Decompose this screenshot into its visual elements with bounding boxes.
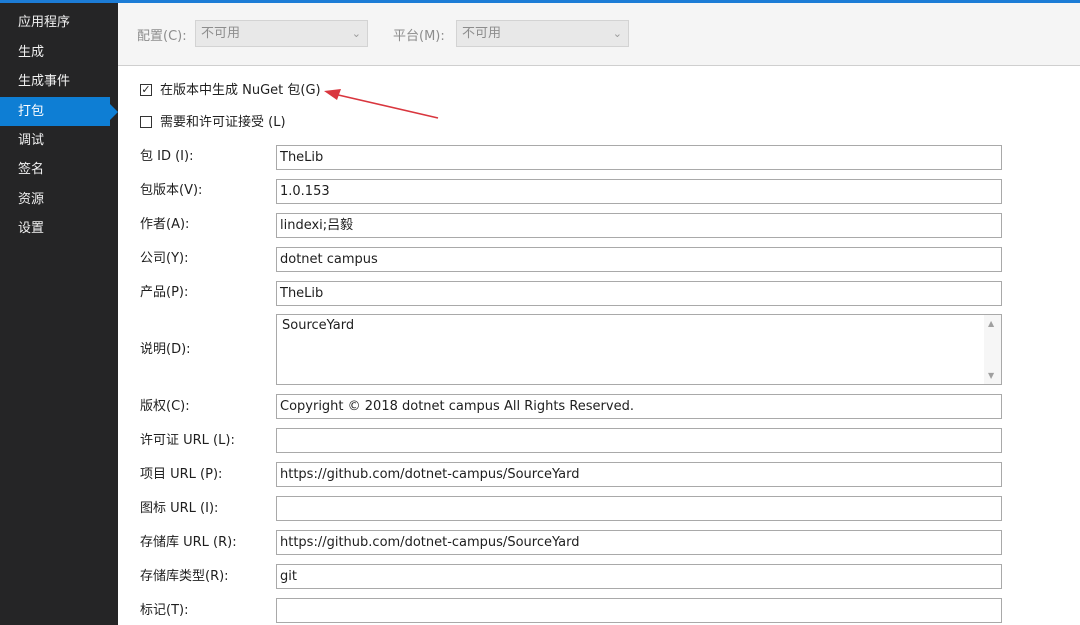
repository-url-input[interactable]: https://github.com/dotnet-campus/SourceY…	[276, 530, 1002, 555]
platform-label: 平台(M):	[393, 29, 445, 44]
sidebar-item-signing[interactable]: 签名	[0, 155, 110, 184]
package-version-input[interactable]: 1.0.153	[276, 179, 1002, 204]
scroll-up-icon[interactable]: ▲	[988, 319, 994, 328]
project-url-label: 项目 URL (P):	[140, 467, 223, 482]
sidebar-item-debug[interactable]: 调试	[0, 126, 110, 155]
generate-nuget-label: 在版本中生成 NuGet 包(G)	[160, 83, 321, 98]
license-url-label: 许可证 URL (L):	[140, 433, 235, 448]
generate-nuget-checkbox[interactable]: ✓	[140, 84, 152, 96]
platform-value: 不可用	[462, 26, 502, 41]
product-input[interactable]: TheLib	[276, 281, 1002, 306]
copyright-label: 版权(C):	[140, 399, 190, 414]
require-license-option[interactable]: 需要和许可证接受 (L)	[140, 114, 300, 132]
scroll-down-icon[interactable]: ▼	[988, 371, 994, 380]
configuration-bar: 配置(C): 不可用 ⌄ 平台(M): 不可用 ⌄	[118, 3, 1080, 66]
chevron-down-icon: ⌄	[351, 27, 361, 40]
generate-nuget-option[interactable]: ✓ 在版本中生成 NuGet 包(G)	[140, 82, 340, 100]
sidebar-item-resources[interactable]: 资源	[0, 185, 110, 214]
sidebar-item-build-events[interactable]: 生成事件	[0, 67, 110, 96]
repository-url-label: 存储库 URL (R):	[140, 535, 237, 550]
tags-input[interactable]	[276, 598, 1002, 623]
sidebar-item-application[interactable]: 应用程序	[0, 8, 110, 37]
sidebar-item-build[interactable]: 生成	[0, 38, 110, 67]
sidebar-item-settings[interactable]: 设置	[0, 214, 110, 243]
product-label: 产品(P):	[140, 285, 189, 300]
package-id-input[interactable]: TheLib	[276, 145, 1002, 170]
company-label: 公司(Y):	[140, 251, 189, 266]
repository-type-label: 存储库类型(R):	[140, 569, 229, 584]
license-url-input[interactable]	[276, 428, 1002, 453]
configuration-label: 配置(C):	[137, 29, 187, 44]
project-url-input[interactable]: https://github.com/dotnet-campus/SourceY…	[276, 462, 1002, 487]
icon-url-input[interactable]	[276, 496, 1002, 521]
sidebar: 应用程序 生成 生成事件 打包 调试 签名 资源 设置	[0, 3, 118, 625]
package-id-label: 包 ID (I):	[140, 149, 194, 164]
icon-url-label: 图标 URL (I):	[140, 501, 219, 516]
configuration-value: 不可用	[201, 26, 241, 41]
package-properties-panel: 配置(C): 不可用 ⌄ 平台(M): 不可用 ⌄ ✓ 在版本中生成 NuGet…	[118, 3, 1080, 625]
company-input[interactable]: dotnet campus	[276, 247, 1002, 272]
authors-input[interactable]: lindexi;吕毅	[276, 213, 1002, 238]
description-textarea[interactable]: SourceYard ▲ ▼	[276, 314, 1002, 385]
description-scrollbar[interactable]: ▲ ▼	[984, 315, 1001, 384]
authors-label: 作者(A):	[140, 217, 190, 232]
chevron-down-icon: ⌄	[612, 27, 622, 40]
require-license-checkbox[interactable]	[140, 116, 152, 128]
tags-label: 标记(T):	[140, 603, 189, 618]
sidebar-item-package[interactable]: 打包	[0, 97, 118, 126]
package-version-label: 包版本(V):	[140, 183, 203, 198]
copyright-input[interactable]: Copyright © 2018 dotnet campus All Right…	[276, 394, 1002, 419]
repository-type-input[interactable]: git	[276, 564, 1002, 589]
description-text: SourceYard	[282, 318, 355, 333]
configuration-dropdown[interactable]: 不可用 ⌄	[195, 20, 368, 47]
require-license-label: 需要和许可证接受 (L)	[160, 115, 286, 130]
platform-dropdown[interactable]: 不可用 ⌄	[456, 20, 629, 47]
description-label: 说明(D):	[140, 342, 191, 357]
